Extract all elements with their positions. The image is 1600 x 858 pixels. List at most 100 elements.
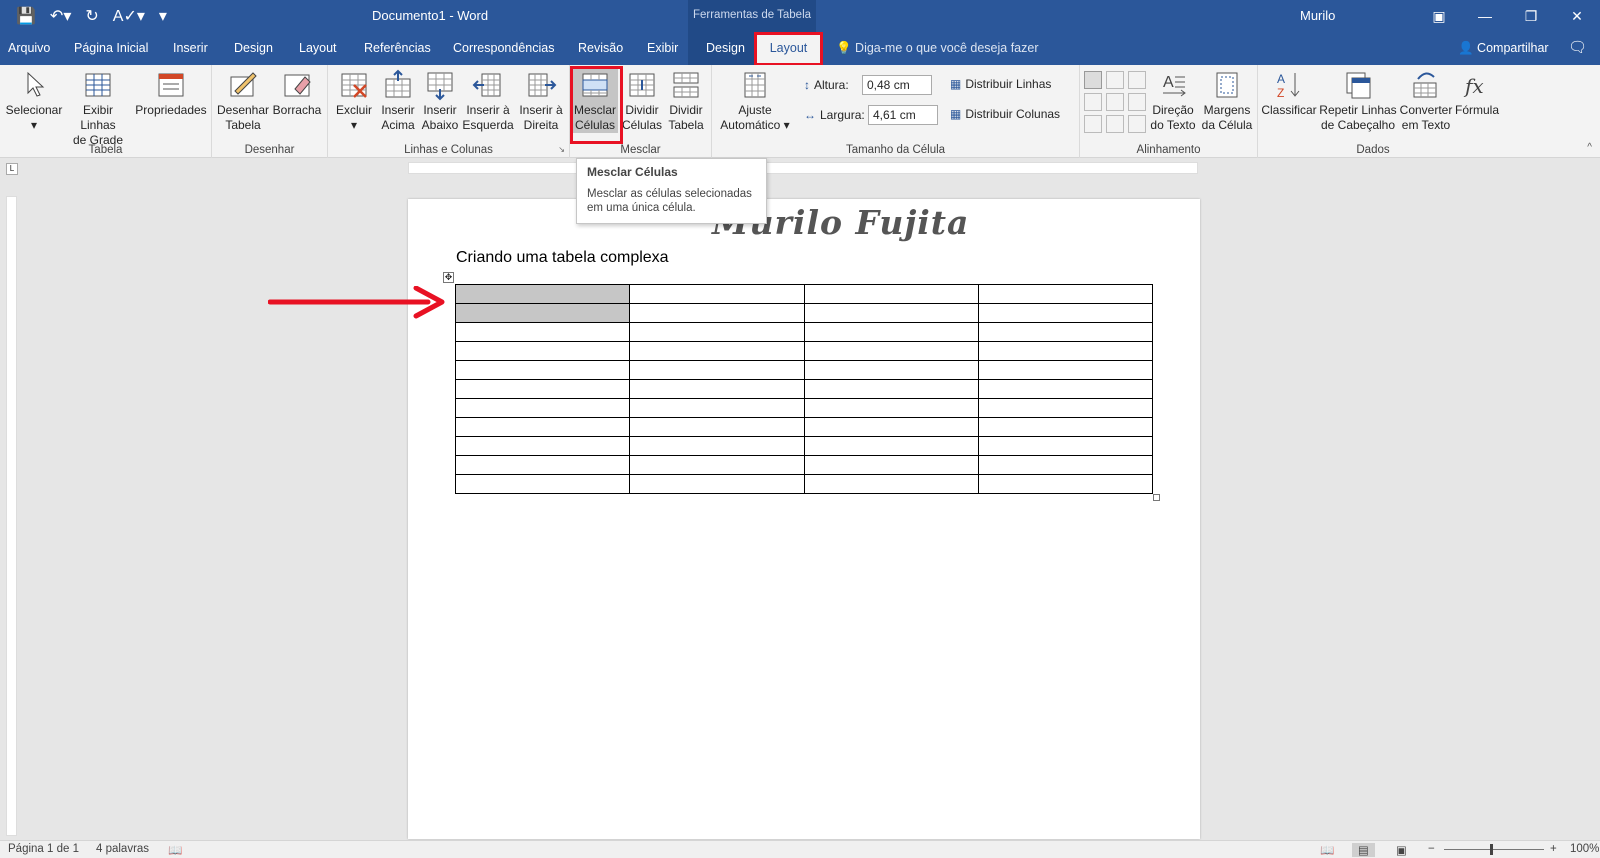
proofing-icon[interactable]: 📖 bbox=[168, 843, 182, 857]
tab-revisao[interactable]: Revisão bbox=[578, 41, 623, 55]
tab-arquivo[interactable]: Arquivo bbox=[8, 41, 50, 55]
table-cell[interactable] bbox=[977, 341, 1154, 361]
page-count[interactable]: Página 1 de 1 bbox=[8, 843, 79, 855]
spelling-icon[interactable]: A✓▾ bbox=[113, 6, 145, 26]
table-cell[interactable] bbox=[803, 360, 979, 380]
table-cell[interactable] bbox=[977, 436, 1154, 456]
table-cell[interactable] bbox=[803, 303, 979, 323]
document-heading[interactable]: Criando uma tabela complexa bbox=[456, 249, 669, 267]
table-cell[interactable] bbox=[454, 436, 631, 456]
table-cell[interactable] bbox=[977, 474, 1154, 494]
table-cell[interactable] bbox=[629, 417, 805, 437]
zoom-level[interactable]: 100% bbox=[1570, 843, 1599, 855]
align-bottom-center-icon[interactable] bbox=[1106, 115, 1124, 133]
sort-button[interactable]: AZ Classificar bbox=[1260, 69, 1318, 118]
table-cell[interactable] bbox=[629, 436, 805, 456]
table-cell[interactable] bbox=[977, 398, 1154, 418]
zoom-out-icon[interactable]: − bbox=[1428, 843, 1435, 855]
table-cell[interactable] bbox=[803, 474, 979, 494]
height-input[interactable]: 0,48 cm bbox=[862, 75, 932, 95]
minimize-icon[interactable]: — bbox=[1462, 0, 1508, 32]
restore-icon[interactable]: ❐ bbox=[1508, 0, 1554, 32]
table-cell[interactable] bbox=[977, 379, 1154, 399]
distribute-rows-button[interactable]: ▦ Distribuir Linhas bbox=[950, 77, 1051, 91]
zoom-slider[interactable] bbox=[1444, 849, 1544, 850]
zoom-slider-thumb[interactable] bbox=[1490, 844, 1493, 855]
align-middle-left-icon[interactable] bbox=[1084, 93, 1102, 111]
table-cell[interactable] bbox=[803, 436, 979, 456]
tab-selector-icon[interactable]: L bbox=[6, 163, 18, 175]
table-cell[interactable] bbox=[803, 341, 979, 361]
table-cell[interactable] bbox=[977, 284, 1154, 304]
table-cell[interactable] bbox=[454, 303, 631, 323]
align-middle-center-icon[interactable] bbox=[1106, 93, 1124, 111]
tab-exibir[interactable]: Exibir bbox=[647, 41, 678, 55]
table-cell[interactable] bbox=[803, 379, 979, 399]
align-bottom-left-icon[interactable] bbox=[1084, 115, 1102, 133]
read-mode-icon[interactable]: 📖 bbox=[1320, 843, 1334, 857]
table-cell[interactable] bbox=[629, 322, 805, 342]
table-cell[interactable] bbox=[803, 398, 979, 418]
print-layout-icon[interactable]: ▤ bbox=[1352, 843, 1375, 857]
zoom-in-icon[interactable]: + bbox=[1550, 843, 1557, 855]
table-cell[interactable] bbox=[629, 284, 805, 304]
table-cell[interactable] bbox=[803, 417, 979, 437]
distribute-columns-button[interactable]: ▦ Distribuir Colunas bbox=[950, 107, 1060, 121]
redo-icon[interactable]: ↻ bbox=[85, 6, 98, 26]
tab-referencias[interactable]: Referências bbox=[364, 41, 431, 55]
table-cell[interactable] bbox=[629, 398, 805, 418]
table-cell[interactable] bbox=[454, 455, 631, 475]
autofit-button[interactable]: Ajuste Automático ▾ bbox=[716, 69, 794, 133]
user-name[interactable]: Murilo bbox=[1300, 8, 1335, 23]
undo-icon[interactable]: ↶▾ bbox=[50, 6, 71, 26]
table-cell[interactable] bbox=[803, 284, 979, 304]
table-cell[interactable] bbox=[454, 341, 631, 361]
comment-icon[interactable]: 🗨 bbox=[1568, 38, 1587, 56]
tab-layout[interactable]: Layout bbox=[299, 41, 337, 55]
split-cells-button[interactable]: Dividir Células bbox=[620, 69, 664, 133]
customize-qat-icon[interactable]: ▾ bbox=[159, 6, 167, 26]
close-icon[interactable]: ✕ bbox=[1554, 0, 1600, 32]
table-move-handle-icon[interactable]: ✥ bbox=[443, 272, 454, 283]
table-cell[interactable] bbox=[977, 322, 1154, 342]
collapse-ribbon-icon[interactable]: ^ bbox=[1587, 142, 1592, 153]
table-cell[interactable] bbox=[454, 360, 631, 380]
align-top-center-icon[interactable] bbox=[1106, 71, 1124, 89]
tab-table-layout[interactable]: Layout bbox=[754, 32, 823, 66]
table-cell[interactable] bbox=[629, 455, 805, 475]
table-cell[interactable] bbox=[629, 341, 805, 361]
insert-above-button[interactable]: Inserir Acima bbox=[378, 69, 418, 133]
align-bottom-right-icon[interactable] bbox=[1128, 115, 1146, 133]
tell-me-input[interactable]: 💡 Diga-me o que você deseja fazer bbox=[836, 41, 1038, 56]
split-table-button[interactable]: Dividir Tabela bbox=[664, 69, 708, 133]
table-resize-handle[interactable] bbox=[1153, 494, 1160, 501]
tab-table-design[interactable]: Design bbox=[706, 41, 745, 55]
table-cell[interactable] bbox=[454, 417, 631, 437]
convert-text-button[interactable]: Converter em Texto bbox=[1398, 69, 1454, 133]
table-cell[interactable] bbox=[977, 417, 1154, 437]
table-cell[interactable] bbox=[629, 379, 805, 399]
gridlines-button[interactable]: Exibir Linhas de Grade bbox=[64, 69, 132, 148]
table-cell[interactable] bbox=[454, 379, 631, 399]
table-cell[interactable] bbox=[454, 398, 631, 418]
table-cell[interactable] bbox=[629, 360, 805, 380]
word-count[interactable]: 4 palavras bbox=[96, 843, 149, 855]
repeat-header-button[interactable]: Repetir Linhas de Cabeçalho bbox=[1318, 69, 1398, 133]
table-cell[interactable] bbox=[454, 284, 631, 304]
delete-button[interactable]: Excluir ▾ bbox=[332, 69, 376, 133]
table-cell[interactable] bbox=[977, 360, 1154, 380]
formula-button[interactable]: fx Fórmula bbox=[1454, 69, 1500, 118]
table-cell[interactable] bbox=[803, 322, 979, 342]
insert-left-button[interactable]: Inserir à Esquerda bbox=[462, 69, 514, 133]
align-top-left-icon[interactable] bbox=[1084, 71, 1102, 89]
table-cell[interactable] bbox=[629, 474, 805, 494]
tab-inserir[interactable]: Inserir bbox=[173, 41, 208, 55]
select-button[interactable]: Selecionar ▾ bbox=[4, 69, 64, 133]
table-cell[interactable] bbox=[629, 303, 805, 323]
table-cell[interactable] bbox=[803, 455, 979, 475]
cell-margins-button[interactable]: Margens da Célula bbox=[1200, 69, 1254, 133]
save-icon[interactable]: 💾 bbox=[16, 6, 36, 26]
tab-design[interactable]: Design bbox=[234, 41, 273, 55]
web-layout-icon[interactable]: ▣ bbox=[1396, 843, 1407, 857]
align-top-right-icon[interactable] bbox=[1128, 71, 1146, 89]
